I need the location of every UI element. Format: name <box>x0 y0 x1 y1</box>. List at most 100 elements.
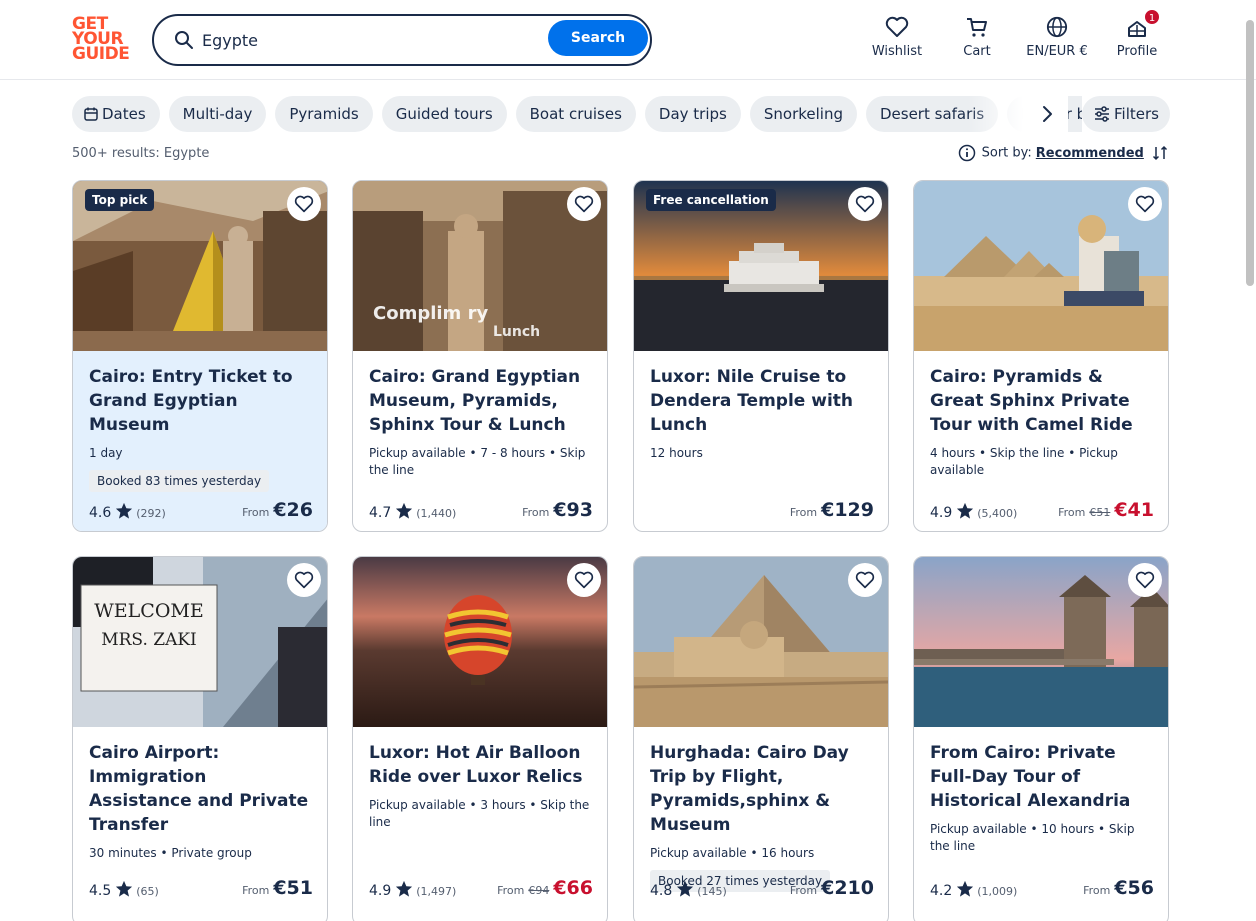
review-count: (1,009) <box>977 885 1018 898</box>
notification-badge: 1 <box>1143 8 1161 26</box>
wishlist-toggle[interactable] <box>567 187 601 221</box>
card-body: Luxor: Hot Air Balloon Ride over Luxor R… <box>353 727 607 921</box>
activity-card[interactable]: Top pick Cairo: Entry Ticket to Grand Eg… <box>72 180 328 532</box>
heart-icon <box>855 195 875 213</box>
search-input[interactable] <box>202 26 532 54</box>
heart-icon <box>574 571 594 589</box>
activity-title[interactable]: From Cairo: Private Full-Day Tour of His… <box>930 741 1154 813</box>
activity-title[interactable]: Cairo: Grand Egyptian Museum, Pyramids, … <box>369 365 593 437</box>
wishlist-toggle[interactable] <box>1128 187 1162 221</box>
rating-value: 4.9 <box>930 505 953 521</box>
rating-value: 4.5 <box>89 883 112 899</box>
activity-title[interactable]: Cairo Airport: Immigration Assistance an… <box>89 741 313 837</box>
activity-card[interactable]: Free cancellation Luxor: Nile Cruise to … <box>633 180 889 532</box>
heart-icon <box>294 571 314 589</box>
activity-title[interactable]: Luxor: Nile Cruise to Dendera Temple wit… <box>650 365 874 437</box>
sort-value[interactable]: Recommended <box>1036 146 1144 161</box>
activity-title[interactable]: Hurghada: Cairo Day Trip by Flight, Pyra… <box>650 741 874 837</box>
cart-label: Cart <box>963 44 991 59</box>
star-icon <box>396 502 413 519</box>
card-body: Cairo Airport: Immigration Assistance an… <box>73 727 327 921</box>
sort-label: Sort by: <box>981 145 1032 161</box>
search-bar: Search <box>152 14 652 66</box>
review-count: (292) <box>136 507 166 520</box>
chip-guided-tours[interactable]: Guided tours <box>381 96 507 132</box>
activity-card[interactable]: Complim ry Lunch Cairo: Grand Egyptian M… <box>352 180 608 532</box>
activity-meta: 1 day <box>89 446 123 460</box>
rating-value: 4.7 <box>369 505 392 521</box>
price: From €56 <box>1083 877 1154 899</box>
wishlist-toggle[interactable] <box>287 187 321 221</box>
price: From €51 €41 <box>1058 499 1154 521</box>
chip-day-trips[interactable]: Day trips <box>644 96 741 132</box>
rating: 4.7 (1,440) <box>369 502 456 521</box>
price-from-label: From <box>1058 506 1086 519</box>
activity-card[interactable]: From Cairo: Private Full-Day Tour of His… <box>913 556 1169 921</box>
wishlist-button[interactable]: Wishlist <box>857 16 937 59</box>
filters-label: Filters <box>1114 105 1159 123</box>
price-value: €210 <box>821 877 874 899</box>
cart-button[interactable]: Cart <box>937 16 1017 59</box>
activity-meta: Pickup available • 7 - 8 hours • Skip th… <box>369 446 586 477</box>
wishlist-toggle[interactable] <box>848 187 882 221</box>
activity-card[interactable]: WELCOME MRS. ZAKI Cairo Airport: Immigra… <box>72 556 328 921</box>
review-count: (145) <box>697 885 727 898</box>
rating: 4.5 (65) <box>89 880 159 899</box>
star-icon <box>116 880 133 897</box>
wishlist-toggle[interactable] <box>287 563 321 597</box>
activity-title[interactable]: Cairo: Pyramids & Great Sphinx Private T… <box>930 365 1154 437</box>
activity-card[interactable]: Hurghada: Cairo Day Trip by Flight, Pyra… <box>633 556 889 921</box>
rating: 4.9 (5,400) <box>930 502 1017 521</box>
activity-card[interactable]: Cairo: Pyramids & Great Sphinx Private T… <box>913 180 1169 532</box>
svg-text:Lunch: Lunch <box>493 324 540 340</box>
rating-value: 4.6 <box>89 505 112 521</box>
language-currency-button[interactable]: EN/EUR € <box>1017 16 1097 59</box>
card-body: Hurghada: Cairo Day Trip by Flight, Pyra… <box>634 727 888 921</box>
chip-dates[interactable]: Dates <box>72 96 160 132</box>
rating-value: 4.2 <box>930 883 953 899</box>
wishlist-toggle[interactable] <box>1128 563 1162 597</box>
card-body: Cairo: Grand Egyptian Museum, Pyramids, … <box>353 351 607 531</box>
price: From €94 €66 <box>497 877 593 899</box>
card-body: Cairo: Pyramids & Great Sphinx Private T… <box>914 351 1168 531</box>
price: From €51 <box>242 877 313 899</box>
chip-boat-cruises[interactable]: Boat cruises <box>515 96 636 132</box>
price-from-label: From <box>789 506 818 519</box>
price-from-label: From <box>242 506 270 519</box>
rating-value: 4.9 <box>369 883 392 899</box>
activity-card[interactable]: Luxor: Hot Air Balloon Ride over Luxor R… <box>352 556 608 921</box>
wishlist-toggle[interactable] <box>848 563 882 597</box>
chip-multi-day[interactable]: Multi-day <box>168 96 267 132</box>
profile-button[interactable]: 1 Profile <box>1097 8 1177 59</box>
review-count: (1,497) <box>416 885 457 898</box>
wishlist-label: Wishlist <box>871 44 923 59</box>
price-value: €51 <box>273 877 313 899</box>
language-label: EN/EUR € <box>1026 44 1088 59</box>
sliders-icon <box>1095 106 1109 122</box>
getyourguide-logo[interactable]: GET YOUR GUIDE <box>72 16 132 63</box>
search-button[interactable]: Search <box>548 20 648 56</box>
star-icon <box>677 880 694 897</box>
review-count: (65) <box>136 885 159 898</box>
sort-arrows-icon <box>1152 145 1168 161</box>
filters-button[interactable]: Filters <box>1082 96 1170 132</box>
rating-value: 4.8 <box>650 883 673 899</box>
top-pick-badge: Top pick <box>85 189 155 211</box>
activity-meta: Pickup available • 16 hours <box>650 846 815 860</box>
activity-meta: Pickup available • 10 hours • Skip the l… <box>930 822 1135 853</box>
card-body: From Cairo: Private Full-Day Tour of His… <box>914 727 1168 921</box>
activity-title[interactable]: Cairo: Entry Ticket to Grand Egyptian Mu… <box>89 365 313 437</box>
activity-meta: 30 minutes • Private group <box>89 846 252 860</box>
price-value: €129 <box>821 499 874 521</box>
booked-badge: Booked 83 times yesterday <box>89 470 270 492</box>
chip-snorkeling[interactable]: Snorkeling <box>749 96 857 132</box>
chip-pyramids[interactable]: Pyramids <box>275 96 373 132</box>
activity-title[interactable]: Luxor: Hot Air Balloon Ride over Luxor R… <box>369 741 593 789</box>
page-scrollbar[interactable] <box>1246 20 1254 286</box>
cart-icon <box>967 18 987 37</box>
card-body: Cairo: Entry Ticket to Grand Egyptian Mu… <box>73 351 327 531</box>
sort-control[interactable]: Sort by: Recommended <box>958 144 1168 162</box>
chevron-right-icon[interactable] <box>1035 102 1059 126</box>
wishlist-toggle[interactable] <box>567 563 601 597</box>
chip-label: Dates <box>102 105 146 123</box>
